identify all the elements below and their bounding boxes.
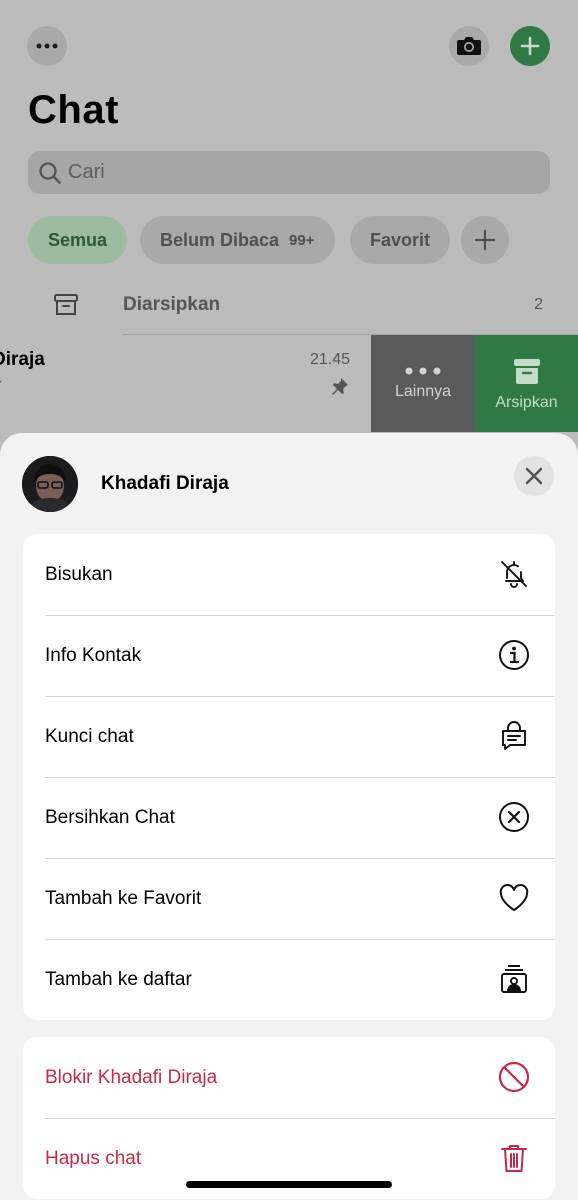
filter-chip-favorites[interactable]: Favorit (350, 216, 451, 264)
filter-chip-all[interactable]: Semua (28, 216, 128, 264)
close-icon (525, 467, 543, 485)
filter-chip-label: Favorit (370, 229, 431, 250)
search-placeholder: Cari (68, 161, 105, 183)
archived-label: Diarsipkan (123, 294, 221, 315)
camera-icon (457, 37, 481, 55)
lock-chat-icon (497, 719, 531, 753)
menu-item-label: Hapus chat (45, 1147, 142, 1169)
chat-name: Diraja (0, 349, 45, 370)
archive-box-icon (513, 358, 540, 384)
menu-item-label: Tambah ke Favorit (45, 887, 202, 909)
home-indicator (186, 1181, 392, 1188)
chat-time: 21.45 (309, 351, 350, 368)
block-icon (497, 1060, 531, 1094)
plus-icon (474, 229, 496, 251)
danger-group: Blokir Khadafi Diraja Hapus chat (23, 1037, 555, 1199)
chat-preview: r (0, 375, 2, 395)
add-filter-button[interactable] (461, 216, 509, 264)
menu-item-label: Tambah ke daftar (45, 968, 192, 990)
avatar (22, 456, 78, 512)
new-chat-button[interactable] (510, 26, 550, 66)
menu-item-contact-info[interactable]: Info Kontak (23, 615, 555, 696)
filter-chip-label: Belum Dibaca (160, 229, 280, 250)
menu-item-add-to-list[interactable]: Tambah ke daftar (23, 939, 555, 1020)
page-title: Chat (28, 88, 119, 132)
unread-count-badge: 99+ (289, 231, 315, 249)
more-options-button[interactable] (27, 26, 67, 66)
filter-chip-label: Semua (48, 229, 108, 250)
contact-name: Khadafi Diraja (101, 473, 229, 494)
menu-item-clear-chat[interactable]: Bersihkan Chat (23, 777, 555, 858)
info-icon (497, 638, 531, 672)
chat-row[interactable]: Diraja r 21.45 (0, 335, 371, 432)
action-sheet: Khadafi Diraja Bisukan Info Kontak Kunci… (0, 433, 578, 1200)
menu-item-label: Kunci chat (45, 725, 134, 747)
swipe-more-button[interactable]: Lainnya (371, 335, 475, 432)
menu-item-label: Info Kontak (45, 644, 142, 666)
swipe-more-label: Lainnya (394, 382, 452, 400)
menu-item-add-favorite[interactable]: Tambah ke Favorit (23, 858, 555, 939)
list-contact-icon (497, 962, 531, 996)
archived-row[interactable]: Diarsipkan 2 (0, 280, 578, 334)
menu-item-label: Blokir Khadafi Diraja (45, 1066, 218, 1088)
heart-icon (497, 881, 531, 915)
trash-icon (497, 1141, 531, 1175)
archived-count: 2 (534, 296, 543, 313)
clear-x-icon (497, 800, 531, 834)
menu-item-lock-chat[interactable]: Kunci chat (23, 696, 555, 777)
plus-icon (520, 36, 540, 56)
bell-slash-icon (497, 557, 531, 591)
pin-icon (332, 378, 348, 395)
close-button[interactable] (514, 456, 554, 496)
search-icon (39, 161, 61, 184)
swipe-archive-label: Arsipkan (495, 393, 558, 411)
camera-button[interactable] (449, 26, 489, 66)
archive-box-icon (54, 294, 78, 315)
menu-item-label: Bisukan (45, 563, 113, 585)
menu-item-block-contact[interactable]: Blokir Khadafi Diraja (23, 1037, 555, 1118)
search-input[interactable]: Cari (28, 151, 550, 194)
ellipsis-icon (405, 367, 441, 374)
filter-chip-unread[interactable]: Belum Dibaca 99+ (140, 216, 335, 264)
menu-group: Bisukan Info Kontak Kunci chat Bersihkan… (23, 534, 555, 1020)
menu-item-mute[interactable]: Bisukan (23, 534, 555, 615)
menu-item-label: Bersihkan Chat (45, 806, 175, 828)
ellipsis-icon (36, 43, 58, 49)
swipe-archive-button[interactable]: Arsipkan (475, 335, 578, 432)
